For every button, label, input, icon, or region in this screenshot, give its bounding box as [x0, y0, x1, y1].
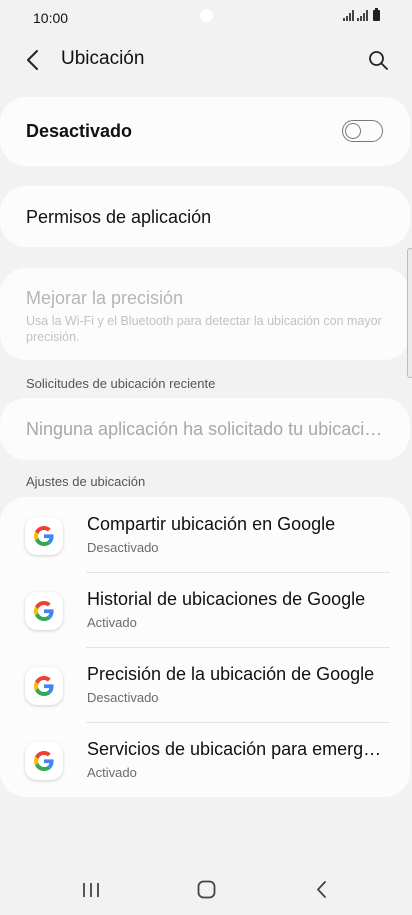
- app-permissions-label: Permisos de aplicación: [26, 207, 212, 227]
- improve-accuracy-description: Usa la Wi-Fi y el Bluetooth para detecta…: [26, 314, 382, 344]
- location-toggle-label: Desactivado: [26, 121, 133, 141]
- list-item-title: Servicios de ubicación para emergencias: [87, 739, 387, 759]
- google-app-tile: [25, 517, 63, 555]
- status-icons: [343, 8, 380, 21]
- recent-requests-header: Solicitudes de ubicación reciente: [26, 376, 216, 391]
- list-item-location-history[interactable]: Historial de ubicaciones de Google Activ…: [0, 572, 410, 647]
- list-item-status: Activado: [87, 615, 137, 630]
- camera-cutout: [200, 9, 213, 22]
- battery-icon: [373, 8, 380, 21]
- system-nav-bar: [0, 860, 412, 915]
- back-arrow-icon[interactable]: [22, 48, 46, 72]
- recent-apps-icon[interactable]: [82, 882, 100, 898]
- signal-icon: [343, 10, 354, 21]
- location-settings-header: Ajustes de ubicación: [26, 474, 146, 489]
- signal-icon: [357, 10, 368, 21]
- google-app-tile: [25, 667, 63, 705]
- list-item-title: Precisión de la ubicación de Google: [87, 664, 375, 684]
- improve-accuracy-title: Mejorar la precisión: [26, 288, 184, 308]
- list-item-emergency-location[interactable]: Servicios de ubicación para emergencias …: [0, 722, 410, 797]
- list-item-status: Desactivado: [87, 540, 159, 555]
- scrollbar[interactable]: [407, 248, 412, 378]
- google-icon: [34, 676, 54, 696]
- google-app-tile: [25, 592, 63, 630]
- improve-accuracy-item: Mejorar la precisión Usa la Wi-Fi y el B…: [0, 268, 410, 360]
- search-icon[interactable]: [366, 48, 390, 72]
- location-settings-list: Compartir ubicación en Google Desactivad…: [0, 497, 410, 797]
- app-header: Ubicación: [0, 40, 412, 80]
- list-item-location-accuracy[interactable]: Precisión de la ubicación de Google Desa…: [0, 647, 410, 722]
- google-app-tile: [25, 742, 63, 780]
- home-icon[interactable]: [197, 880, 216, 899]
- list-item-title: Historial de ubicaciones de Google: [87, 589, 366, 609]
- toggle-knob: [345, 122, 361, 139]
- recent-requests-empty-text: Ninguna aplicación ha solicitado tu ubic…: [26, 419, 384, 439]
- recent-requests-card: Ninguna aplicación ha solicitado tu ubic…: [0, 398, 410, 460]
- list-item-title: Compartir ubicación en Google: [87, 514, 336, 534]
- list-item-status: Activado: [87, 765, 137, 780]
- google-icon: [34, 526, 54, 546]
- list-item-status: Desactivado: [87, 690, 159, 705]
- status-bar: 10:00: [0, 0, 412, 36]
- status-time: 10:00: [33, 10, 69, 26]
- google-icon: [34, 601, 54, 621]
- list-item-share-location[interactable]: Compartir ubicación en Google Desactivad…: [0, 497, 410, 572]
- page-title: Ubicación: [61, 48, 145, 69]
- google-icon: [34, 751, 54, 771]
- back-icon[interactable]: [313, 880, 331, 899]
- location-toggle-switch[interactable]: [342, 120, 383, 142]
- app-permissions-item[interactable]: Permisos de aplicación: [0, 186, 410, 247]
